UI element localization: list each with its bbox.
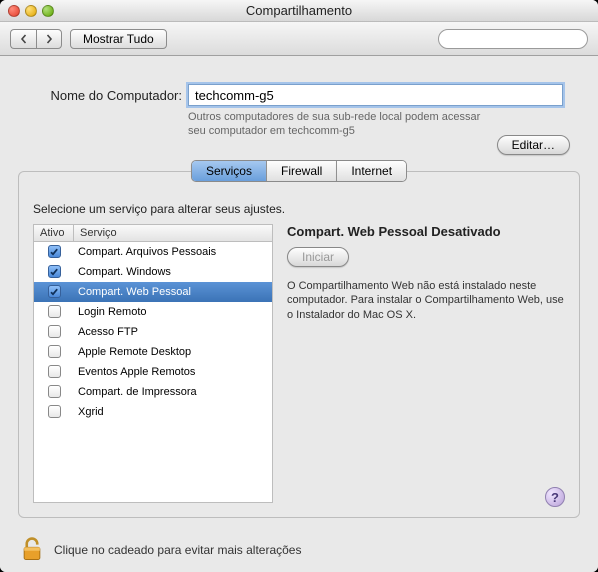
sharing-window: Compartilhamento Mostrar Tudo Nome do Co… <box>0 0 598 572</box>
service-checkbox[interactable] <box>48 385 61 398</box>
forward-button[interactable] <box>36 29 62 49</box>
list-item[interactable]: Compart. Arquivos Pessoais <box>34 242 272 262</box>
lock-icon[interactable] <box>18 535 46 566</box>
detail-heading: Compart. Web Pessoal Desativado <box>287 224 565 239</box>
services-list: Ativo Serviço Compart. Arquivos Pessoais… <box>33 224 273 503</box>
service-name: Apple Remote Desktop <box>74 346 272 358</box>
detail-body: O Compartilhamento Web não está instalad… <box>287 279 565 324</box>
service-checkbox[interactable] <box>48 245 61 258</box>
tab-services[interactable]: Serviços <box>192 161 267 181</box>
column-header-service[interactable]: Serviço <box>74 225 272 241</box>
tab-bar: Serviços Firewall Internet <box>191 160 407 182</box>
list-item[interactable]: Acesso FTP <box>34 322 272 342</box>
back-button[interactable] <box>10 29 36 49</box>
close-icon[interactable] <box>8 5 20 17</box>
toolbar: Mostrar Tudo <box>0 22 598 56</box>
tab-internet[interactable]: Internet <box>337 161 406 181</box>
service-checkbox[interactable] <box>48 305 61 318</box>
service-name: Eventos Apple Remotos <box>74 366 272 378</box>
service-name: Compart. Web Pessoal <box>74 286 272 298</box>
zoom-icon[interactable] <box>42 5 54 17</box>
service-checkbox[interactable] <box>48 405 61 418</box>
list-item[interactable]: Apple Remote Desktop <box>34 342 272 362</box>
list-item[interactable]: Compart. de Impressora <box>34 382 272 402</box>
search-field[interactable] <box>438 29 588 49</box>
service-checkbox[interactable] <box>48 285 61 298</box>
list-item[interactable]: Compart. Web Pessoal <box>34 282 272 302</box>
service-name: Compart. Arquivos Pessoais <box>74 246 272 258</box>
nav-buttons <box>10 29 62 49</box>
content-area: Nome do Computador: Outros computadores … <box>0 56 598 572</box>
service-name: Login Remoto <box>74 306 272 318</box>
window-title: Compartilhamento <box>0 3 598 18</box>
list-item[interactable]: Eventos Apple Remotos <box>34 362 272 382</box>
service-detail: Compart. Web Pessoal Desativado Iniciar … <box>287 224 565 503</box>
chevron-right-icon <box>44 34 54 44</box>
computer-name-label: Nome do Computador: <box>20 84 182 103</box>
titlebar: Compartilhamento <box>0 0 598 22</box>
tab-firewall[interactable]: Firewall <box>267 161 337 181</box>
service-name: Xgrid <box>74 406 272 418</box>
column-header-active[interactable]: Ativo <box>34 225 74 241</box>
lock-text: Clique no cadeado para evitar mais alter… <box>54 543 301 557</box>
traffic-lights <box>0 5 54 17</box>
service-name: Acesso FTP <box>74 326 272 338</box>
help-button[interactable]: ? <box>545 487 565 507</box>
computer-name-input[interactable] <box>188 84 563 106</box>
computer-name-row: Nome do Computador: Outros computadores … <box>0 56 598 139</box>
service-checkbox[interactable] <box>48 265 61 278</box>
search-input[interactable] <box>449 33 591 45</box>
list-item[interactable]: Login Remoto <box>34 302 272 322</box>
list-header: Ativo Serviço <box>34 225 272 242</box>
chevron-left-icon <box>19 34 29 44</box>
list-item[interactable]: Xgrid <box>34 402 272 422</box>
lock-bar: Clique no cadeado para evitar mais alter… <box>0 528 598 572</box>
service-name: Compart. de Impressora <box>74 386 272 398</box>
service-checkbox[interactable] <box>48 325 61 338</box>
service-checkbox[interactable] <box>48 365 61 378</box>
show-all-button[interactable]: Mostrar Tudo <box>70 29 167 49</box>
list-body: Compart. Arquivos Pessoais Compart. Windo… <box>34 242 272 502</box>
minimize-icon[interactable] <box>25 5 37 17</box>
instruction-text: Selecione um serviço para alterar seus a… <box>33 202 565 216</box>
services-group: Serviços Firewall Internet Selecione um … <box>18 171 580 518</box>
start-button[interactable]: Iniciar <box>287 247 349 267</box>
edit-button[interactable]: Editar… <box>497 135 570 155</box>
list-item[interactable]: Compart. Windows <box>34 262 272 282</box>
service-name: Compart. Windows <box>74 266 272 278</box>
service-checkbox[interactable] <box>48 345 61 358</box>
